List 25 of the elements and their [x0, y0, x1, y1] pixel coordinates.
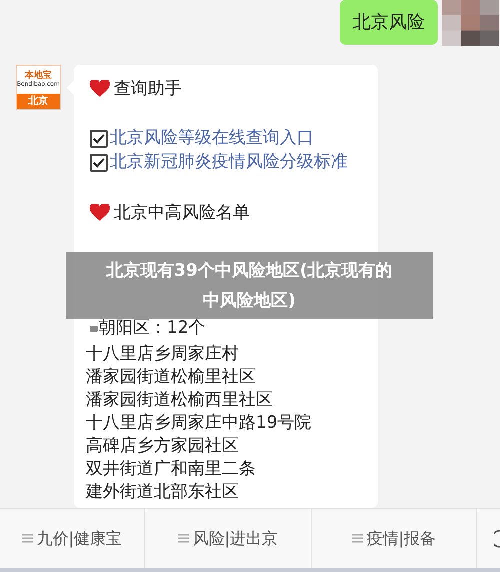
logo-name: 本地宝: [25, 72, 52, 81]
place-item: 双井街道广和南里二条: [86, 458, 257, 481]
link[interactable]: 北京风险等级在线查询入口: [110, 126, 314, 152]
menu-button[interactable]: 风险|进出京: [145, 509, 312, 568]
menu-button[interactable]: 疫情|报备: [312, 509, 477, 568]
menu-icon: [22, 534, 33, 543]
place-item: 建外街道北部东社区: [86, 481, 240, 504]
district-heading: 朝阳区：12个: [99, 317, 206, 340]
message-bubble: 北京风险: [340, 0, 438, 45]
place-item: 潘家园街道松榆西里社区: [86, 389, 274, 412]
bullet-icon: [90, 326, 98, 332]
place-item: 十八里店乡周家庄村: [86, 343, 240, 366]
menu-icon: [352, 534, 363, 543]
place-item: 潘家园街道松榆里社区: [86, 366, 257, 389]
logo-city: 北京: [17, 94, 60, 109]
heart-icon: [90, 204, 110, 222]
section-heading: 北京中高风险名单: [114, 202, 250, 225]
link[interactable]: 北京新冠肺炎疫情风险分级标准: [110, 150, 348, 176]
heart-icon: [90, 80, 110, 98]
caption-banner: 北京现有39个中风险地区(北京现有的中风险地区): [66, 252, 433, 319]
menu-button[interactable]: 九价|健康宝: [0, 509, 145, 568]
place-item: 十八里店乡周家庄中路19号院: [86, 412, 313, 435]
place-item: 高碑店乡方家园社区: [86, 435, 240, 458]
menu-icon: [178, 534, 189, 543]
section-heading: 查询助手: [114, 78, 182, 101]
